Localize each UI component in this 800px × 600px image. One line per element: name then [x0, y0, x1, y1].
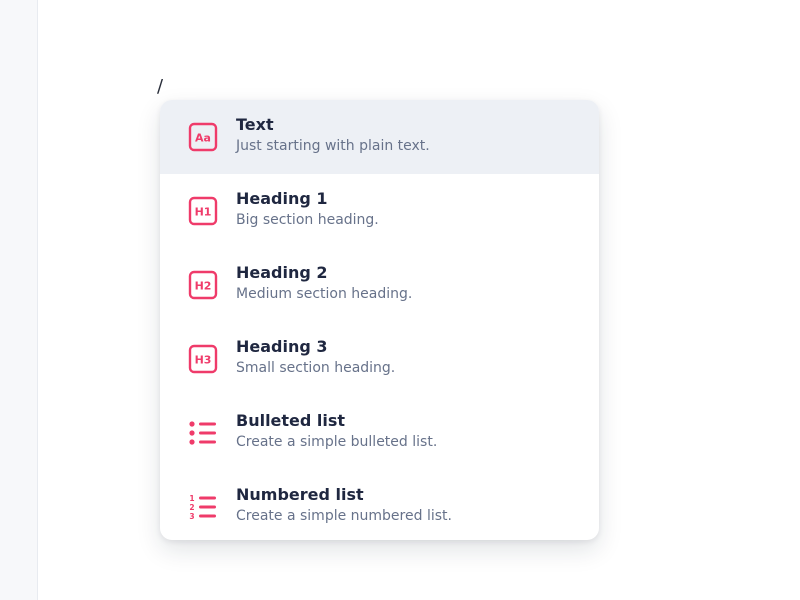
heading-3-icon: H3	[188, 344, 218, 374]
menu-item-title: Text	[236, 115, 274, 134]
icon-label: H3	[195, 354, 212, 367]
numbered-list-icon: 1 2 3	[188, 492, 218, 522]
editor-left-gutter	[0, 0, 38, 600]
block-type-menu: Aa Text Just starting with plain text. H…	[160, 100, 599, 540]
menu-item-heading-3[interactable]: H3 Heading 3 Small section heading.	[160, 322, 599, 396]
menu-item-description: Just starting with plain text.	[236, 138, 430, 154]
menu-item-description: Create a simple bulleted list.	[236, 434, 438, 450]
icon-label: H2	[195, 280, 212, 293]
menu-item-title: Heading 1	[236, 189, 328, 208]
menu-item-description: Create a simple numbered list.	[236, 508, 452, 524]
menu-item-heading-2[interactable]: H2 Heading 2 Medium section heading.	[160, 248, 599, 322]
heading-1-icon: H1	[188, 196, 218, 226]
menu-item-title: Heading 2	[236, 263, 328, 282]
svg-text:1: 1	[189, 494, 194, 503]
bulleted-list-icon	[188, 418, 218, 448]
menu-item-heading-1[interactable]: H1 Heading 1 Big section heading.	[160, 174, 599, 248]
menu-item-description: Small section heading.	[236, 360, 396, 376]
menu-item-title: Numbered list	[236, 485, 364, 504]
heading-2-icon: H2	[188, 270, 218, 300]
slash-command-text: /	[157, 76, 164, 97]
svg-text:3: 3	[189, 512, 194, 521]
svg-text:2: 2	[189, 503, 194, 512]
icon-label: H1	[195, 206, 212, 219]
menu-item-text[interactable]: Aa Text Just starting with plain text.	[160, 100, 599, 174]
menu-item-title: Bulleted list	[236, 411, 346, 430]
menu-item-description: Big section heading.	[236, 212, 379, 228]
menu-item-title: Heading 3	[236, 337, 328, 356]
menu-item-numbered-list[interactable]: 1 2 3 Numbered list Create a simple numb…	[160, 470, 599, 540]
menu-item-description: Medium section heading.	[236, 286, 413, 302]
menu-item-bulleted-list[interactable]: Bulleted list Create a simple bulleted l…	[160, 396, 599, 470]
icon-label: Aa	[195, 132, 211, 145]
text-aa-icon: Aa	[188, 122, 218, 152]
